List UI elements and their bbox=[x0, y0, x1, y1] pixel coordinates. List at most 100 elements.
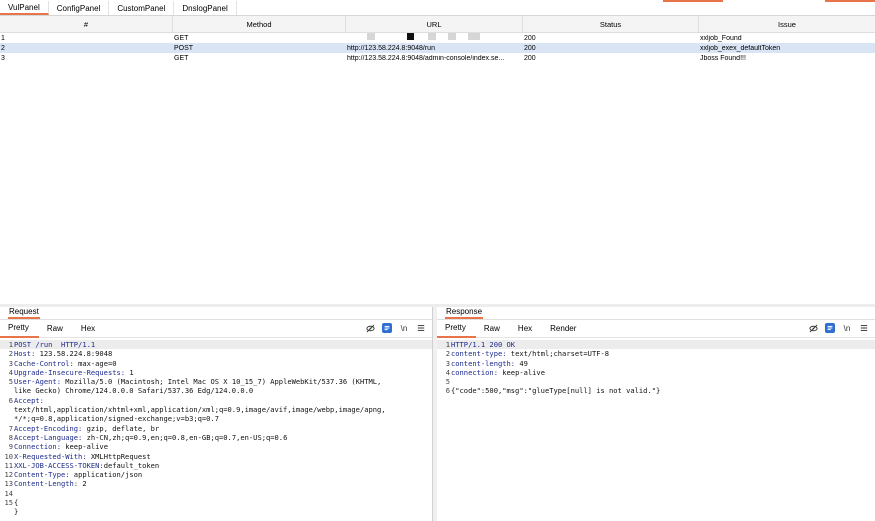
table-row-selected[interactable]: 2 POST http://123.58.224.8:9048/run 200 … bbox=[0, 43, 875, 53]
cell-method: GET bbox=[174, 34, 189, 42]
header-key: Accept-Language: bbox=[14, 432, 83, 442]
panel-tabs: VulPanel ConfigPanel CustomPanel DnslogP… bbox=[0, 0, 875, 16]
col-header-url[interactable]: URL bbox=[346, 16, 523, 32]
line-number: 5 bbox=[445, 377, 450, 387]
header-value: text/html;charset=UTF-8 bbox=[506, 349, 610, 359]
code-line: 12 Content-Type: application/json bbox=[0, 470, 432, 479]
response-tab-render[interactable]: Render bbox=[542, 320, 586, 338]
request-title-label[interactable]: Request bbox=[8, 307, 40, 319]
code-line: 11 XXL-JOB-ACCESS-TOKEN:default_token bbox=[0, 461, 432, 470]
table-row[interactable]: 1 GET 200 xxljob_Found bbox=[0, 33, 875, 43]
response-editor[interactable]: 1 HTTP/1.1 200 OK 2 content-type: text/html… bbox=[437, 338, 875, 396]
newline-icon[interactable]: \n bbox=[842, 323, 852, 333]
header-key: Content-Length: bbox=[14, 479, 79, 489]
col-header-num[interactable]: # bbox=[0, 16, 173, 32]
line-number: 3 bbox=[445, 358, 450, 368]
code-line: 4 connection: keep-alive bbox=[437, 368, 875, 377]
response-tab-pretty[interactable]: Pretty bbox=[437, 320, 476, 338]
line-number: 9 bbox=[8, 442, 13, 452]
header-key: Upgrade-Insecure-Requests: bbox=[14, 367, 126, 377]
menu-icon[interactable] bbox=[859, 323, 869, 333]
line-text: like Gecko) Chrome/124.0.0.0 Safari/537.… bbox=[14, 386, 253, 395]
line-text: Cache-Control: max-age=0 bbox=[14, 359, 117, 368]
line-number: 8 bbox=[8, 432, 13, 442]
header-value: zh-CN,zh;q=0.9,en;q=0.8,en-GB;q=0.7,en-U… bbox=[82, 432, 288, 442]
line-number: 4 bbox=[8, 367, 13, 377]
line-number: 10 bbox=[4, 451, 13, 461]
line-number bbox=[0, 405, 14, 414]
redaction-block bbox=[428, 33, 436, 40]
line-number: 2 bbox=[8, 349, 13, 359]
line-number: 6 bbox=[445, 386, 450, 396]
eye-slash-icon[interactable] bbox=[365, 323, 375, 333]
header-value: XMLHttpRequest bbox=[86, 451, 151, 461]
col-header-method[interactable]: Method bbox=[173, 16, 346, 32]
code-line: text/html,application/xhtml+xml,applicat… bbox=[0, 405, 432, 414]
line-text: Accept-Language: zh-CN,zh;q=0.9,en;q=0.8… bbox=[14, 433, 287, 442]
tab-vulpanel[interactable]: VulPanel bbox=[0, 1, 49, 15]
header-value: text/html,application/xhtml+xml,applicat… bbox=[14, 405, 386, 415]
request-tab-raw[interactable]: Raw bbox=[39, 320, 73, 338]
header-key: Accept-Encoding: bbox=[14, 423, 83, 433]
wrap-lines-icon[interactable] bbox=[382, 323, 392, 333]
line-text: connection: keep-alive bbox=[451, 368, 545, 377]
line-text: Host: 123.58.224.8:9048 bbox=[14, 349, 112, 358]
code-line: 1 HTTP/1.1 200 OK bbox=[437, 340, 875, 350]
header-value: gzip, deflate, br bbox=[82, 423, 160, 433]
tab-dnslogpanel[interactable]: DnslogPanel bbox=[174, 1, 237, 15]
cell-url: http://123.58.224.8:9048/run bbox=[347, 44, 435, 52]
eye-slash-icon[interactable] bbox=[808, 323, 818, 333]
code-line: } bbox=[0, 507, 432, 516]
tab-configpanel[interactable]: ConfigPanel bbox=[48, 1, 110, 15]
response-toolbar: \n bbox=[808, 323, 869, 333]
code-line: 5 bbox=[437, 377, 875, 386]
menu-icon[interactable] bbox=[416, 323, 426, 333]
header-key: XXL-JOB-ACCESS-TOKEN: bbox=[14, 460, 104, 470]
response-tab-raw[interactable]: Raw bbox=[476, 320, 510, 338]
request-toolbar: \n bbox=[365, 323, 426, 333]
col-header-issue[interactable]: Issue bbox=[699, 16, 875, 32]
line-text: Accept: bbox=[14, 396, 44, 405]
code-line: 2 content-type: text/html;charset=UTF-8 bbox=[437, 349, 875, 358]
request-subtabs: Pretty Raw Hex \n bbox=[0, 320, 432, 338]
cell-issue: xxljob_exex_defaultToken bbox=[700, 44, 781, 52]
table-row[interactable]: 3 GET http://123.58.224.8:9048/admin-con… bbox=[0, 53, 875, 63]
line-text: { bbox=[14, 498, 18, 507]
line-text: } bbox=[14, 507, 18, 516]
tab-custompanel[interactable]: CustomPanel bbox=[109, 1, 175, 15]
cell-method: POST bbox=[174, 44, 194, 52]
header-value: 49 bbox=[515, 358, 528, 368]
code-line: */*;q=0.8,application/signed-exchange;v=… bbox=[0, 414, 432, 423]
line-text: X-Requested-With: XMLHttpRequest bbox=[14, 452, 151, 461]
response-title: Response bbox=[437, 307, 875, 320]
cell-method: GET bbox=[174, 54, 189, 62]
line-number: 12 bbox=[4, 470, 13, 480]
header-key: Connection: bbox=[14, 442, 61, 452]
newline-icon[interactable]: \n bbox=[399, 323, 409, 333]
code-line: 6 Accept: bbox=[0, 396, 432, 405]
header-key: Cache-Control: bbox=[14, 358, 74, 368]
header-value: max-age=0 bbox=[73, 358, 117, 368]
header-value: 1 bbox=[125, 367, 134, 377]
cell-url: http://123.58.224.8:9048/admin-console/i… bbox=[347, 54, 505, 62]
response-title-label[interactable]: Response bbox=[445, 307, 484, 319]
header-key: HTTP/1.1 200 OK bbox=[451, 340, 516, 349]
request-tab-hex[interactable]: Hex bbox=[73, 320, 105, 338]
line-text: POST /run HTTP/1.1 bbox=[14, 340, 95, 349]
cell-status: 200 bbox=[524, 54, 536, 62]
line-number: 15 bbox=[4, 498, 13, 508]
header-key: Host: bbox=[14, 349, 36, 359]
col-header-status[interactable]: Status bbox=[523, 16, 699, 32]
header-value: keep-alive bbox=[497, 367, 545, 377]
header-key: content-type: bbox=[451, 349, 507, 359]
response-tab-hex[interactable]: Hex bbox=[510, 320, 542, 338]
wrap-lines-icon[interactable] bbox=[825, 323, 835, 333]
request-tab-pretty[interactable]: Pretty bbox=[0, 320, 39, 338]
code-line: 8 Accept-Language: zh-CN,zh;q=0.9,en;q=0.… bbox=[0, 433, 432, 442]
line-text: Content-Length: 2 bbox=[14, 479, 87, 488]
header-value: */*;q=0.8,application/signed-exchange;v=… bbox=[14, 414, 219, 424]
request-editor[interactable]: 1 POST /run HTTP/1.1 2 Host: 123.58.224.8:9… bbox=[0, 338, 432, 517]
line-number bbox=[0, 507, 14, 516]
header-value: keep-alive bbox=[60, 442, 108, 452]
line-number: 13 bbox=[4, 479, 13, 489]
